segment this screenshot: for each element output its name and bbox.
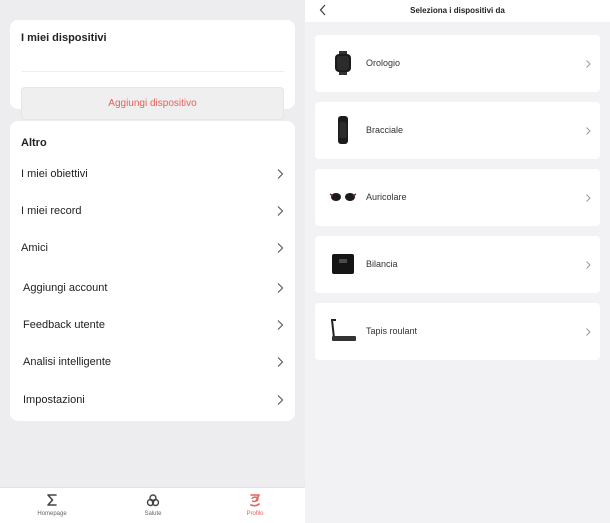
menu-item-settings[interactable]: Impostazioni [10, 385, 295, 415]
menu-item-label: Analisi intelligente [23, 356, 112, 368]
bottom-navigation: Homepage Salute Profilo [0, 487, 305, 523]
menu-item-records[interactable]: I miei record [10, 196, 295, 226]
device-option-treadmill[interactable]: Tapis roulant [315, 303, 600, 360]
device-label: Bilancia [366, 259, 398, 269]
chevron-right-icon [277, 283, 284, 293]
chevron-right-icon [586, 261, 591, 269]
chevron-right-icon [586, 60, 591, 68]
chevron-right-icon [586, 328, 591, 336]
menu-item-add-account[interactable]: Aggiungi account [10, 273, 295, 303]
chevron-right-icon [277, 206, 284, 216]
chevron-right-icon [277, 357, 284, 367]
my-devices-card: I miei dispositivi Aggiungi dispositivo [10, 20, 295, 120]
profile-icon [250, 494, 260, 507]
menu-item-friends[interactable]: Amici [10, 233, 295, 263]
scale-icon [332, 254, 354, 274]
band-icon [338, 116, 348, 144]
menu-item-smart-analysis[interactable]: Analisi intelligente [10, 347, 295, 377]
nav-label: Homepage [37, 511, 67, 517]
health-icon [146, 494, 160, 507]
chevron-right-icon [277, 320, 284, 330]
sigma-icon [47, 494, 57, 506]
earbuds-icon [329, 193, 357, 201]
watch-icon [335, 51, 351, 75]
device-label: Bracciale [366, 125, 404, 135]
other-card: Altro I miei obiettivi I miei record Ami… [10, 121, 295, 421]
chevron-right-icon [586, 194, 591, 202]
add-device-button[interactable]: Aggiungi dispositivo [21, 87, 284, 120]
menu-item-label: Aggiungi account [23, 282, 108, 294]
other-section-title: Altro [21, 137, 47, 149]
nav-label: Profilo [246, 511, 264, 517]
chevron-right-icon [277, 243, 284, 253]
device-option-earbuds[interactable]: Auricolare [315, 169, 600, 226]
menu-item-goals[interactable]: I miei obiettivi [10, 159, 295, 189]
nav-profile[interactable]: Profilo [205, 488, 305, 523]
device-option-scale[interactable]: Bilancia [315, 236, 600, 293]
device-option-band[interactable]: Bracciale [315, 102, 600, 159]
header: Seleziona i dispositivi da [305, 0, 610, 22]
divider [21, 71, 284, 72]
device-label: Tapis roulant [366, 326, 418, 336]
nav-health[interactable]: Salute [103, 488, 203, 523]
menu-item-feedback[interactable]: Feedback utente [10, 310, 295, 340]
nav-homepage[interactable]: Homepage [2, 488, 102, 523]
nav-label: Salute [144, 511, 162, 517]
menu-item-label: I miei record [21, 205, 82, 217]
menu-item-label: Feedback utente [23, 319, 105, 331]
treadmill-icon [331, 319, 356, 341]
menu-item-label: Impostazioni [23, 394, 85, 406]
chevron-right-icon [277, 169, 284, 179]
device-label: Auricolare [366, 192, 407, 202]
my-devices-title: I miei dispositivi [21, 32, 107, 44]
select-device-screen: Seleziona i dispositivi da Orologio Brac… [305, 0, 610, 523]
profile-screen: I miei dispositivi Aggiungi dispositivo … [0, 0, 305, 523]
chevron-right-icon [277, 395, 284, 405]
page-title: Seleziona i dispositivi da [410, 6, 505, 15]
menu-item-label: Amici [21, 242, 48, 254]
chevron-right-icon [586, 127, 591, 135]
device-label: Orologio [366, 58, 401, 68]
menu-item-label: I miei obiettivi [21, 168, 88, 180]
device-option-watch[interactable]: Orologio [315, 35, 600, 92]
